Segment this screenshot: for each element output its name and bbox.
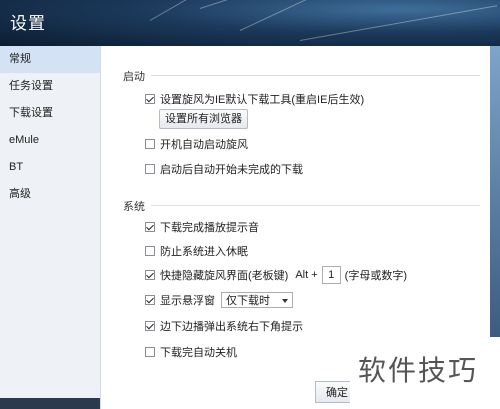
sidebar-item-general[interactable]: 常规 bbox=[0, 46, 100, 73]
prevent-sleep-row[interactable]: 防止系统进入休眠 bbox=[145, 243, 248, 259]
sidebar: 常规 任务设置 下载设置 eMule BT 高级 bbox=[0, 46, 101, 409]
auto-start-label: 开机自动启动旋风 bbox=[160, 139, 248, 151]
set-default-checkbox[interactable] bbox=[145, 94, 155, 104]
sidebar-item-download-settings[interactable]: 下载设置 bbox=[0, 100, 100, 127]
sound-row[interactable]: 下载完成播放提示音 bbox=[145, 219, 259, 235]
floating-window-select-value: 仅下载时 bbox=[226, 295, 270, 307]
set-default-row[interactable]: 设置旋风为IE默认下载工具(重启IE后生效) bbox=[145, 91, 364, 107]
watermark: 软件技巧 bbox=[358, 354, 479, 387]
shutdown-row[interactable]: 下载完自动关机 bbox=[145, 344, 237, 360]
title-bar: 设置 bbox=[0, 0, 500, 46]
edge-popup-label: 边下边播弹出系统右下角提示 bbox=[160, 321, 303, 333]
section-label-startup: 启动 bbox=[123, 71, 145, 83]
hotkey-input[interactable]: 1 bbox=[321, 266, 341, 284]
auto-resume-row[interactable]: 启动后自动开始未完成的下载 bbox=[145, 161, 303, 177]
hotkey-row: 快捷隐藏旋风界面(老板键) Alt + 1 (字母或数字) bbox=[145, 266, 407, 284]
prevent-sleep-checkbox[interactable] bbox=[145, 246, 155, 256]
sidebar-item-advanced[interactable]: 高级 bbox=[0, 181, 100, 208]
background-corner bbox=[0, 398, 100, 409]
hotkey-modifier: Alt + bbox=[295, 269, 318, 281]
edge-popup-checkbox[interactable] bbox=[145, 321, 155, 331]
prevent-sleep-label: 防止系统进入休眠 bbox=[160, 246, 248, 258]
window-title: 设置 bbox=[10, 14, 46, 33]
section-divider bbox=[151, 75, 480, 76]
sidebar-item-bt[interactable]: BT bbox=[0, 154, 100, 181]
sidebar-item-task-settings[interactable]: 任务设置 bbox=[0, 73, 100, 100]
auto-start-checkbox[interactable] bbox=[145, 139, 155, 149]
floating-window-checkbox[interactable] bbox=[145, 295, 155, 305]
auto-resume-label: 启动后自动开始未完成的下载 bbox=[160, 164, 303, 176]
shutdown-checkbox[interactable] bbox=[145, 347, 155, 357]
hotkey-label: 快捷隐藏旋风界面(老板键) bbox=[160, 270, 289, 282]
set-all-browsers-button[interactable]: 设置所有浏览器 bbox=[159, 109, 248, 129]
sound-checkbox[interactable] bbox=[145, 222, 155, 232]
floating-window-select[interactable]: 仅下载时 bbox=[221, 292, 293, 308]
hotkey-checkbox[interactable] bbox=[145, 270, 155, 280]
edge-popup-row[interactable]: 边下边播弹出系统右下角提示 bbox=[145, 318, 303, 334]
floating-window-label: 显示悬浮窗 bbox=[160, 295, 215, 307]
auto-resume-checkbox[interactable] bbox=[145, 164, 155, 174]
hotkey-hint: (字母或数字) bbox=[344, 270, 407, 282]
section-divider bbox=[151, 205, 480, 206]
auto-start-row[interactable]: 开机自动启动旋风 bbox=[145, 136, 248, 152]
sidebar-item-emule[interactable]: eMule bbox=[0, 127, 100, 154]
chevron-down-icon bbox=[282, 299, 288, 303]
shutdown-label: 下载完自动关机 bbox=[160, 347, 237, 359]
floating-window-row: 显示悬浮窗 仅下载时 bbox=[145, 292, 293, 308]
section-label-system: 系统 bbox=[123, 201, 145, 213]
set-default-label: 设置旋风为IE默认下载工具(重启IE后生效) bbox=[160, 94, 365, 106]
sound-label: 下载完成播放提示音 bbox=[160, 222, 259, 234]
